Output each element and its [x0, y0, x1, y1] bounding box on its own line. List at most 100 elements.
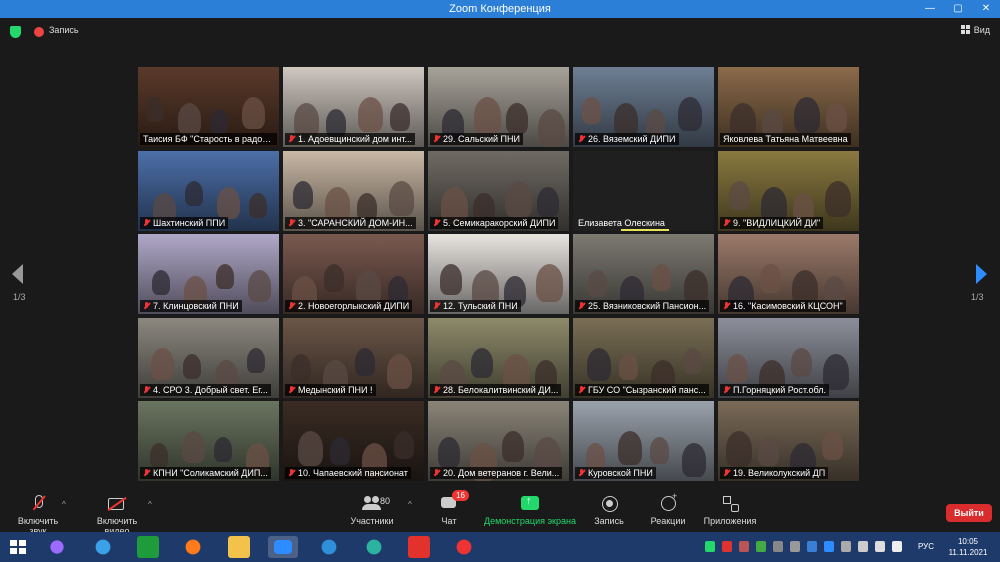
tray-battery-icon[interactable]	[875, 541, 885, 552]
participant-tile[interactable]: 25. Вязниковский Пансион...	[573, 234, 714, 314]
participant-tile[interactable]: Куровской ПНИ	[573, 401, 714, 481]
yandex-browser-icon[interactable]	[453, 536, 475, 558]
yandex-icon[interactable]	[408, 536, 430, 558]
participant-tile[interactable]: 3. "САРАНСКИЙ ДОМ-ИН...	[283, 150, 424, 231]
input-language[interactable]: РУС	[918, 542, 934, 551]
participant-tile[interactable]: ГБУ СО "Сызранский панс...	[573, 317, 714, 398]
maximize-icon[interactable]: ▢	[944, 0, 972, 18]
edge-browser-icon[interactable]	[363, 536, 385, 558]
person-silhouette	[825, 180, 851, 217]
muted-mic-icon	[723, 385, 730, 394]
start-video-button[interactable]: Включить видео	[84, 494, 150, 536]
participant-name-text: ГБУ СО "Сызранский панс...	[588, 384, 706, 395]
participant-name-text: 19. Великолукский ДП	[733, 468, 826, 478]
record-button[interactable]: Запись	[592, 494, 626, 526]
person-silhouette	[390, 103, 410, 131]
person-silhouette	[758, 437, 779, 467]
participant-tile[interactable]: 10. Чапаевский пансионат	[283, 401, 424, 481]
app-icon[interactable]	[318, 536, 340, 558]
assistant-icon[interactable]	[46, 536, 68, 558]
participant-name-text: 10. Чапаевский пансионат	[298, 468, 408, 478]
participant-name-text: 12. Тульский ПНИ	[443, 301, 518, 311]
firefox-icon[interactable]	[182, 536, 204, 558]
muted-mic-icon	[723, 302, 730, 310]
participant-tile[interactable]: 26. Вяземский ДИПИ	[573, 67, 714, 147]
tray-security-icon[interactable]	[705, 541, 715, 552]
muted-mic-icon	[288, 469, 295, 477]
minimize-icon[interactable]: —	[916, 0, 944, 18]
participant-tile[interactable]: 9. "ВИДЛИЦКИЙ ДИ"	[718, 150, 859, 231]
file-explorer-icon[interactable]	[228, 536, 250, 558]
video-options-chevron-icon[interactable]: ^	[148, 500, 152, 509]
participant-tile[interactable]: 20. Дом ветеранов г. Вели...	[428, 401, 569, 481]
participant-tile[interactable]: Шахтинский ППИ	[138, 150, 279, 231]
participant-tile[interactable]: Елизавета Олескина	[573, 150, 714, 231]
person-silhouette	[298, 431, 323, 466]
chat-unread-badge: 16	[452, 490, 469, 501]
zoom-taskbar-button[interactable]	[268, 536, 298, 558]
participant-name-text: Елизавета Олескина	[578, 217, 665, 228]
audio-options-chevron-icon[interactable]: ^	[62, 500, 66, 509]
ie-browser-icon[interactable]	[92, 536, 114, 558]
participant-tile[interactable]: КПНИ "Соликамский ДИП...	[138, 401, 279, 481]
participant-tile[interactable]: 4. СРО 3. Добрый свет. Ег...	[138, 317, 279, 398]
muted-mic-icon	[433, 135, 440, 143]
person-silhouette	[178, 103, 201, 136]
share-screen-icon	[521, 494, 539, 512]
close-icon[interactable]: ✕	[972, 0, 1000, 18]
person-silhouette	[471, 347, 493, 379]
participant-tile[interactable]: П.Горняцкий Рост.обл.	[718, 317, 859, 398]
person-silhouette	[652, 264, 671, 291]
participant-tile[interactable]: 1. Адоевщинский дом инт...	[283, 67, 424, 147]
participant-tile[interactable]: 12. Тульский ПНИ	[428, 234, 569, 314]
security-shield-icon[interactable]	[10, 26, 21, 38]
participants-options-chevron-icon[interactable]: ^	[408, 500, 412, 509]
tray-bluetooth-icon[interactable]	[807, 541, 817, 552]
participant-tile[interactable]: Таисия БФ "Старость в радос...	[138, 67, 279, 147]
muted-mic-icon	[288, 135, 295, 143]
tray-volume-icon[interactable]	[892, 541, 902, 552]
tray-antivirus-icon[interactable]	[722, 541, 732, 552]
unmute-button[interactable]: Включить звук	[8, 494, 68, 536]
reactions-button[interactable]: Реакции	[648, 491, 688, 526]
apps-icon	[721, 494, 739, 512]
participant-tile[interactable]: Яковлева Татьяна Матвеевна	[718, 67, 859, 147]
tray-drive-icon[interactable]	[841, 541, 851, 552]
tray-usb-icon[interactable]	[790, 541, 800, 552]
tray-app-icon[interactable]	[739, 541, 749, 552]
muted-mic-icon	[433, 469, 440, 477]
chat-button[interactable]: 16 Чат	[436, 490, 469, 526]
person-silhouette	[389, 180, 414, 216]
participant-tile[interactable]: 19. Великолукский ДП	[718, 401, 859, 481]
participant-tile[interactable]: Медынский ПНИ !	[283, 317, 424, 398]
taskbar-clock[interactable]: 10:05 11.11.2021	[945, 536, 991, 558]
participant-tile[interactable]: 28. Белокалитвинский ДИ...	[428, 317, 569, 398]
store-icon[interactable]	[137, 536, 159, 558]
leave-button[interactable]: Выйти	[946, 504, 992, 522]
participant-name: ГБУ СО "Сызранский панс...	[575, 383, 709, 396]
participants-button[interactable]: 80 Участники	[348, 494, 396, 526]
tray-zoom-icon[interactable]	[824, 541, 834, 552]
participant-name: 1. Адоевщинский дом инт...	[285, 133, 416, 145]
apps-button[interactable]: Приложения	[702, 494, 758, 526]
video-off-icon	[107, 494, 127, 512]
prev-page-arrow-icon[interactable]	[12, 264, 23, 284]
share-screen-button[interactable]: Демонстрация экрана	[482, 494, 578, 526]
view-button[interactable]: Вид	[960, 25, 990, 35]
next-page-arrow-icon[interactable]	[976, 264, 987, 284]
person-silhouette	[440, 264, 462, 295]
participant-tile[interactable]: 16. "Касимовский КЦСОН"	[718, 234, 859, 314]
participant-tile[interactable]: 2. Новоегорлыкский ДИПИ	[283, 234, 424, 314]
windows-start-icon[interactable]	[10, 540, 26, 554]
participant-name-text: П.Горняцкий Рост.обл.	[733, 384, 826, 395]
tray-nvidia-icon[interactable]	[756, 541, 766, 552]
participant-tile[interactable]: 5. Семикаракорский ДИПИ	[428, 150, 569, 231]
tray-network-icon[interactable]	[858, 541, 868, 552]
participant-tile[interactable]: 29. Сальский ПНИ	[428, 67, 569, 147]
recording-icon	[34, 27, 44, 37]
participant-tile[interactable]: 7. Клинцовский ПНИ	[138, 234, 279, 314]
participant-name-text: 2. Новоегорлыкский ДИПИ	[298, 301, 410, 311]
person-silhouette	[247, 347, 265, 373]
participant-name: 12. Тульский ПНИ	[430, 300, 521, 312]
tray-device-icon[interactable]	[773, 541, 783, 552]
